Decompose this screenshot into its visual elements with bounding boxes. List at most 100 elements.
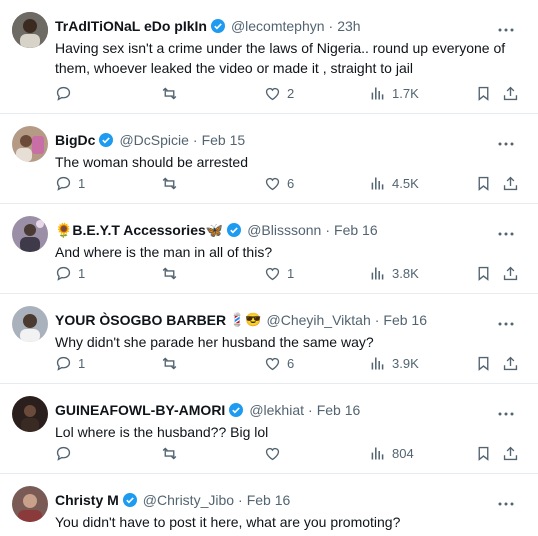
name-emoji: 💈😎	[229, 312, 262, 327]
avatar[interactable]	[12, 12, 48, 48]
tweet-header: Christy M @Christy_Jibo · Feb 16	[55, 490, 498, 510]
timestamp[interactable]: Feb 16	[383, 312, 427, 328]
username[interactable]: @lecomtephyn	[231, 18, 325, 34]
like-icon	[265, 177, 280, 190]
bookmark-icon	[478, 176, 489, 191]
timestamp[interactable]: Feb 15	[202, 132, 246, 148]
more-icon[interactable]	[498, 20, 514, 32]
tweet-actions: 1 6 3.9K	[55, 353, 525, 373]
more-icon[interactable]	[498, 314, 514, 326]
share-icon	[503, 86, 518, 100]
tweet-actions: 2 1.7K	[55, 83, 525, 103]
tweet-header: TrAdITiONaL eDo pIkIn @lecomtephyn · 23h	[55, 16, 498, 36]
tweet[interactable]: YOUR ÒSOGBO BARBER 💈😎 @Cheyih_Viktah · F…	[0, 294, 538, 384]
more-icon[interactable]	[498, 494, 514, 506]
more-icon[interactable]	[498, 404, 514, 416]
share-icon	[503, 266, 518, 280]
tweet-header: GUINEAFOWL-BY-AMORI @lekhiat · Feb 16	[55, 400, 498, 420]
reply-icon	[56, 446, 71, 461]
tweet[interactable]: 🌻B.E.Y.T Accessories🦋 @Blisssonn · Feb 1…	[0, 204, 538, 294]
like-button[interactable]: 2	[264, 83, 294, 103]
verified-badge-icon	[98, 132, 114, 148]
like-icon	[265, 447, 280, 460]
display-name[interactable]: BigDc	[55, 132, 95, 148]
retweet-icon	[162, 446, 177, 460]
username[interactable]: @DcSpicie	[119, 132, 188, 148]
tweet[interactable]: BigDc @DcSpicie · Feb 15 The woman shoul…	[0, 114, 538, 204]
display-name[interactable]: Christy M	[55, 492, 119, 508]
bookmark-button[interactable]	[475, 443, 492, 463]
display-name[interactable]: 🌻B.E.Y.T Accessories🦋	[55, 222, 223, 239]
share-button[interactable]	[502, 173, 519, 193]
avatar[interactable]	[12, 216, 48, 252]
bookmark-icon	[478, 446, 489, 461]
bookmark-button[interactable]	[475, 263, 492, 283]
username[interactable]: @Blisssonn	[247, 222, 321, 238]
tweet[interactable]: GUINEAFOWL-BY-AMORI @lekhiat · Feb 16 Lo…	[0, 384, 538, 474]
separator-dot: ·	[308, 402, 313, 418]
separator-dot: ·	[192, 132, 198, 148]
username[interactable]: @Christy_Jibo	[143, 492, 234, 508]
tweet-actions: 1 1 3.8K	[55, 263, 525, 283]
timestamp[interactable]: Feb 16	[247, 492, 291, 508]
bookmark-icon	[478, 266, 489, 281]
display-name[interactable]: YOUR ÒSOGBO BARBER	[55, 312, 226, 328]
retweet-button[interactable]	[161, 353, 184, 373]
views-icon	[371, 177, 384, 189]
reply-icon	[56, 176, 71, 191]
timestamp[interactable]: Feb 16	[317, 402, 361, 418]
like-button[interactable]: 6	[264, 353, 294, 373]
more-icon[interactable]	[498, 134, 514, 146]
retweet-button[interactable]	[161, 173, 184, 193]
share-button[interactable]	[502, 353, 519, 373]
more-icon[interactable]	[498, 224, 514, 236]
reply-button[interactable]: 1	[55, 353, 85, 373]
retweet-button[interactable]	[161, 83, 184, 103]
reply-icon	[56, 86, 71, 101]
separator-dot: ·	[328, 18, 334, 34]
username[interactable]: @lekhiat	[249, 402, 304, 418]
like-button[interactable]: 6	[264, 173, 294, 193]
share-button[interactable]	[502, 263, 519, 283]
display-name[interactable]: GUINEAFOWL-BY-AMORI	[55, 402, 225, 418]
share-button[interactable]	[502, 83, 519, 103]
views-button[interactable]: 4.5K	[369, 173, 419, 193]
bookmark-button[interactable]	[475, 83, 492, 103]
verified-badge-icon	[226, 222, 242, 238]
share-button[interactable]	[502, 443, 519, 463]
separator-dot: ·	[374, 312, 380, 328]
like-button[interactable]	[264, 443, 287, 463]
views-button[interactable]: 804	[369, 443, 414, 463]
avatar[interactable]	[12, 126, 48, 162]
avatar[interactable]	[12, 396, 48, 432]
timestamp[interactable]: Feb 16	[334, 222, 378, 238]
views-icon	[371, 267, 384, 279]
verified-badge-icon	[210, 18, 226, 34]
tweet-text: Having sex isn't a crime under the laws …	[55, 40, 506, 76]
views-icon	[371, 87, 384, 99]
retweet-button[interactable]	[161, 263, 184, 283]
display-name[interactable]: TrAdITiONaL eDo pIkIn	[55, 18, 207, 34]
retweet-button[interactable]	[161, 443, 184, 463]
avatar[interactable]	[12, 306, 48, 342]
timestamp[interactable]: 23h	[337, 18, 360, 34]
share-icon	[503, 446, 518, 460]
reply-button[interactable]: 1	[55, 173, 85, 193]
views-button[interactable]: 3.8K	[369, 263, 419, 283]
like-button[interactable]: 1	[264, 263, 294, 283]
bookmark-icon	[478, 86, 489, 101]
reply-button[interactable]	[55, 443, 78, 463]
reply-button[interactable]: 1	[55, 263, 85, 283]
bookmark-button[interactable]	[475, 173, 492, 193]
tweet[interactable]: TrAdITiONaL eDo pIkIn @lecomtephyn · 23h…	[0, 0, 538, 114]
avatar[interactable]	[12, 486, 48, 522]
views-button[interactable]: 1.7K	[369, 83, 419, 103]
tweet-header: 🌻B.E.Y.T Accessories🦋 @Blisssonn · Feb 1…	[55, 220, 498, 240]
bookmark-button[interactable]	[475, 353, 492, 373]
username[interactable]: @Cheyih_Viktah	[267, 312, 371, 328]
tweet[interactable]: Christy M @Christy_Jibo · Feb 16 You did…	[0, 474, 538, 536]
views-button[interactable]: 3.9K	[369, 353, 419, 373]
reply-button[interactable]	[55, 83, 78, 103]
like-icon	[265, 357, 280, 370]
tweet-header: YOUR ÒSOGBO BARBER 💈😎 @Cheyih_Viktah · F…	[55, 310, 498, 330]
